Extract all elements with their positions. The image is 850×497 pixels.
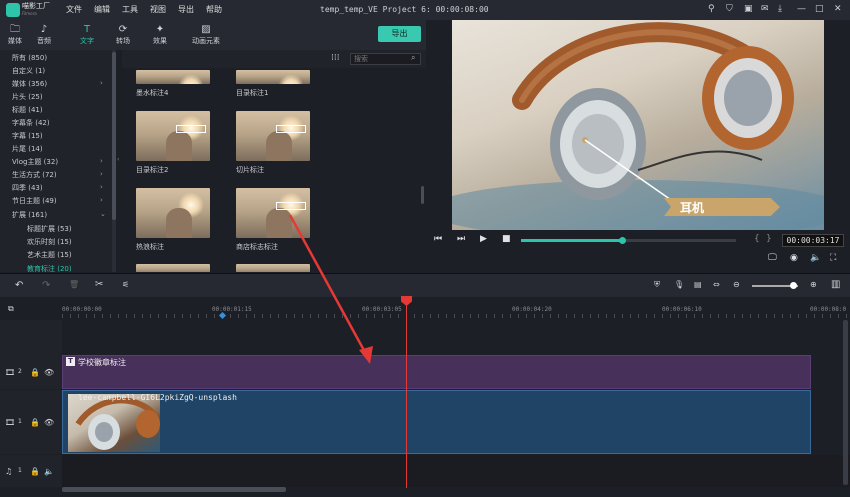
annotation-arrow [288, 214, 373, 364]
